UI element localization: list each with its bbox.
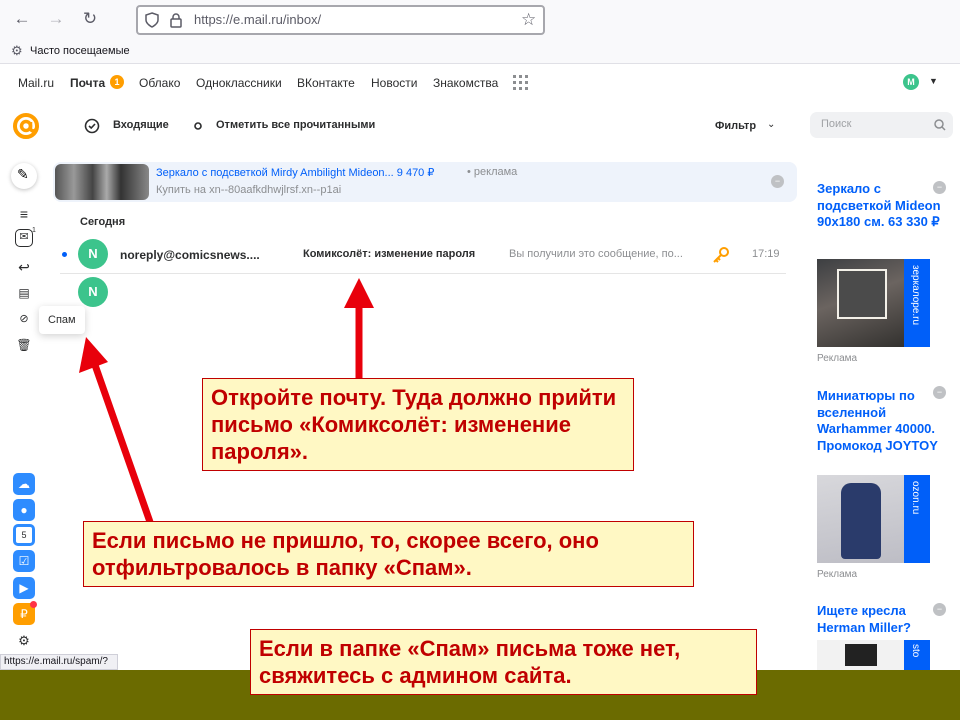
callout-open-mail: Откройте почту. Туда должно прийти письм… — [202, 378, 634, 471]
annotation-arrows — [79, 278, 374, 524]
callout-contact-admin: Если в папке «Спам» письма тоже нет, свя… — [250, 629, 757, 695]
arrow-head-up — [344, 278, 374, 308]
callout-check-spam: Если письмо не пришло, то, скорее всего,… — [83, 521, 694, 587]
arrow-to-spam — [91, 363, 154, 524]
